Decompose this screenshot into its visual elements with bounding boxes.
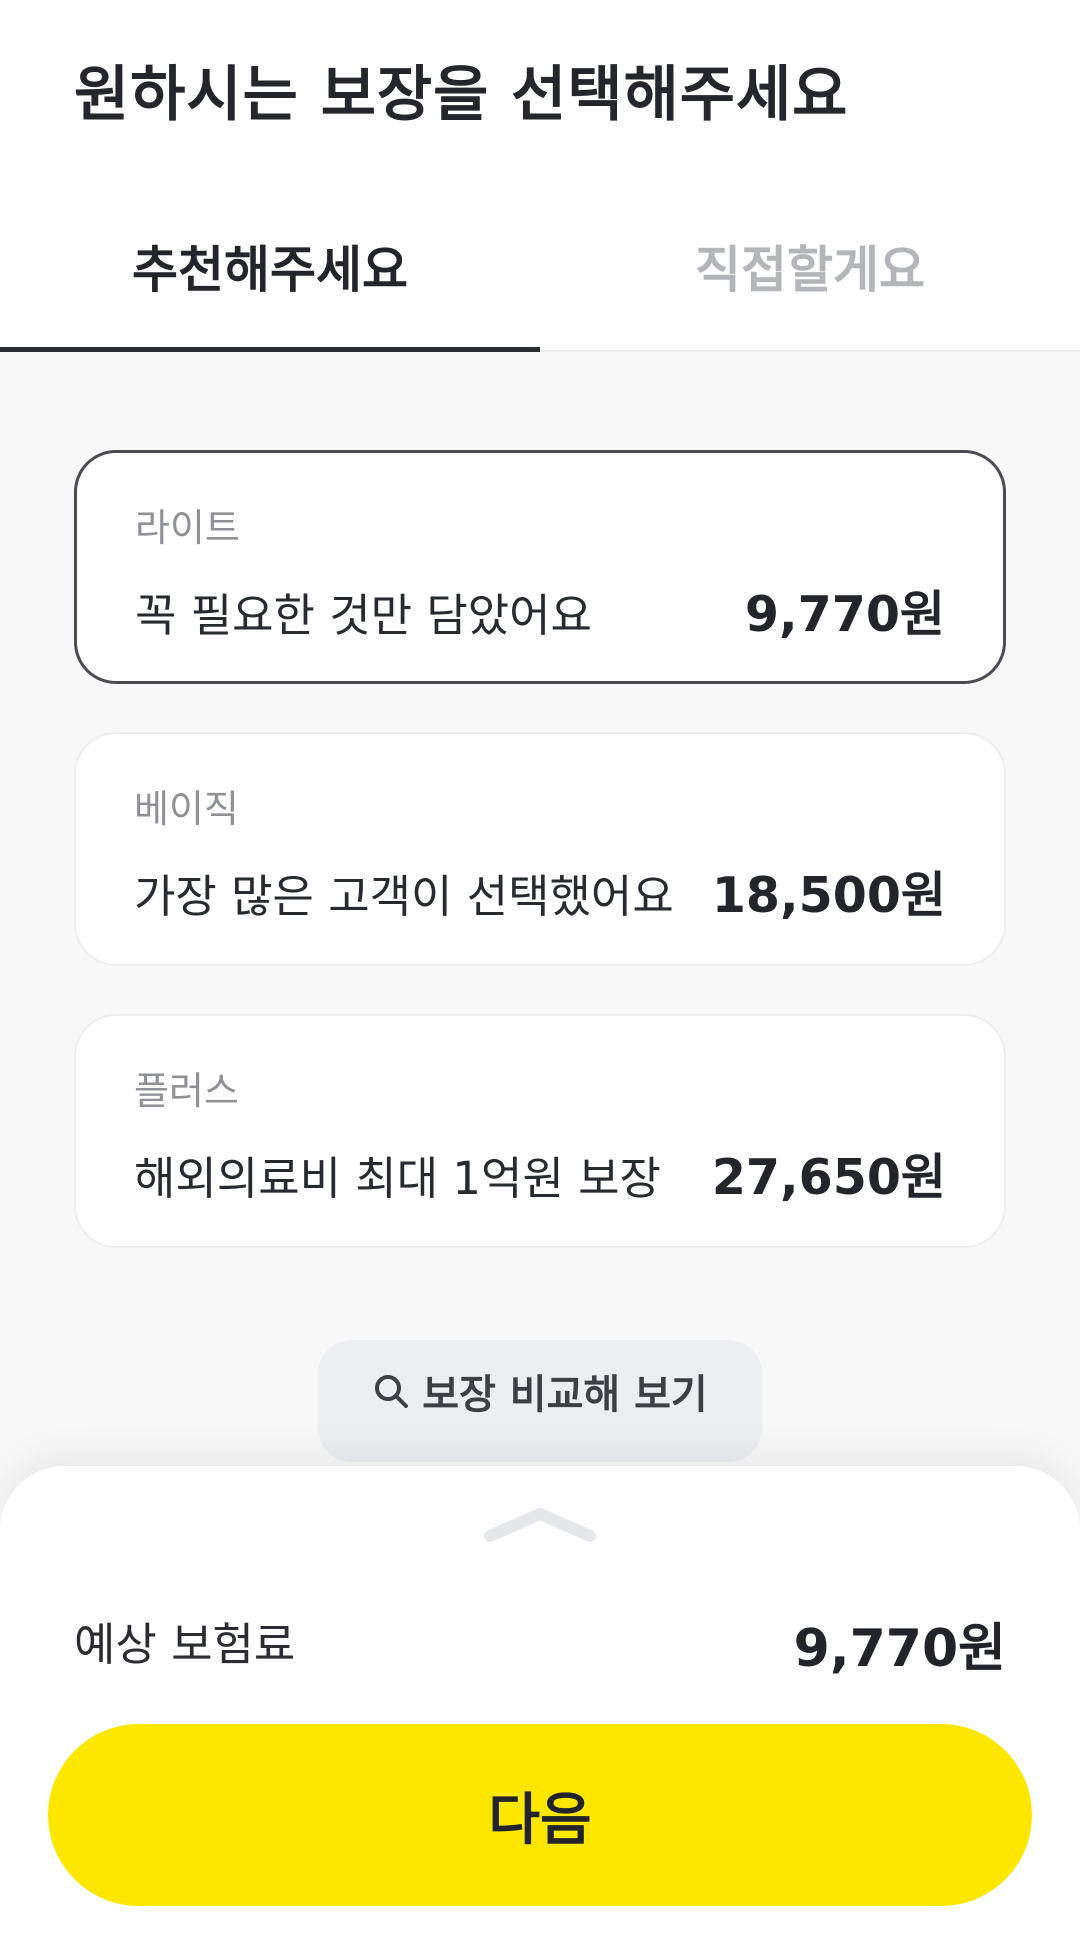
plan-name: 라이트 [135,506,240,550]
page-title: 원하시는 보장을 선택해주세요 [74,60,849,130]
tab-custom-label: 직접할게요 [695,241,925,299]
search-icon [375,1375,409,1408]
next-button[interactable]: 다음 [48,1724,1032,1906]
plan-price: 18,500원 [711,867,946,924]
plan-card-lite[interactable]: 라이트 꼭 필요한 것만 담았어요 9,770원 [74,450,1006,684]
plan-description: 꼭 필요한 것만 담았어요 [135,589,592,642]
tab-bar: 추천해주세요 직접할게요 [0,200,1080,352]
tab-recommend[interactable]: 추천해주세요 [0,200,540,352]
header: 원하시는 보장을 선택해주세요 [0,0,1080,170]
plan-price: 9,770원 [744,586,945,643]
compare-coverage-label: 보장 비교해 보기 [422,1372,708,1418]
plan-description: 해외의료비 최대 1억원 보장 [134,1152,661,1205]
estimated-premium-label: 예상 보험료 [74,1618,296,1671]
bottom-sheet: 예상 보험료 9,770원 다음 [0,1466,1080,1951]
next-button-label: 다음 [488,1787,592,1853]
tab-custom[interactable]: 직접할게요 [540,200,1080,352]
plan-description: 가장 많은 고객이 선택했어요 [134,870,674,923]
compare-coverage-button[interactable]: 보장 비교해 보기 [318,1340,762,1462]
estimated-premium-value: 9,770원 [793,1619,1006,1679]
plan-name: 플러스 [134,1069,239,1113]
plan-card-basic[interactable]: 베이직 가장 많은 고객이 선택했어요 18,500원 [74,732,1006,966]
tab-recommend-label: 추천해주세요 [132,241,408,299]
chevron-up-icon[interactable] [482,1504,598,1544]
plan-card-plus[interactable]: 플러스 해외의료비 최대 1억원 보장 27,650원 [74,1014,1006,1248]
plan-price: 27,650원 [711,1149,946,1206]
plan-name: 베이직 [134,787,239,831]
